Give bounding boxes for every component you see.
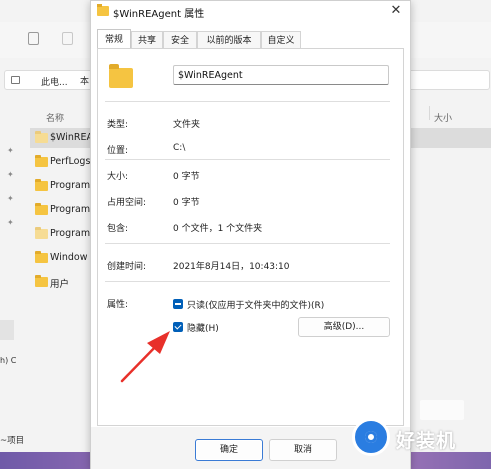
divider	[105, 159, 390, 160]
computer-icon	[11, 76, 20, 84]
file-name: $WinREA	[50, 132, 93, 143]
type-value: 文件夹	[173, 120, 201, 130]
address-fragment: 本	[80, 77, 90, 87]
divider	[105, 281, 390, 282]
file-name: 用户	[50, 279, 70, 290]
hidden-checkbox-label[interactable]: 隐藏(H)	[187, 321, 219, 334]
watermark-text: 好装机	[396, 430, 457, 452]
size-value: 0 字节	[173, 172, 200, 182]
file-row[interactable]: 用户	[30, 272, 92, 292]
created-value: 2021年8月14日，10:43:10	[173, 262, 290, 272]
file-row[interactable]: Program	[30, 176, 92, 196]
folder-name-input[interactable]	[173, 65, 389, 85]
hidden-checkbox[interactable]	[173, 322, 183, 332]
file-row[interactable]: PerfLogs	[30, 152, 92, 172]
copy-icon[interactable]	[28, 32, 39, 45]
created-label: 创建时间:	[107, 262, 147, 272]
folder-icon	[109, 64, 133, 88]
folder-icon	[35, 131, 48, 143]
location-label: 位置:	[107, 146, 129, 156]
file-name: PerfLogs	[50, 156, 91, 167]
paste-icon[interactable]	[62, 32, 73, 45]
column-header-size[interactable]: 大小	[434, 111, 452, 124]
pin-icon: ✦	[7, 194, 14, 203]
sidebar-selection[interactable]	[0, 320, 14, 340]
disk-size-label: 占用空间:	[107, 198, 147, 208]
pin-icon: ✦	[7, 218, 14, 227]
watermark-logo-icon	[352, 418, 390, 456]
folder-icon	[35, 203, 48, 215]
folder-icon	[35, 251, 48, 263]
tab-sharing[interactable]: 共享	[131, 31, 163, 49]
tab-customize[interactable]: 自定义	[261, 31, 301, 49]
tab-general[interactable]: 常规	[97, 29, 131, 49]
dialog-title: $WinREAgent 属性	[113, 9, 205, 20]
file-row[interactable]: Window	[30, 248, 92, 268]
sidebar-drive-label[interactable]: h) C	[0, 356, 16, 365]
pin-icon: ✦	[7, 146, 14, 155]
cancel-button[interactable]: 取消	[269, 439, 337, 461]
status-bar-text: ~项目	[0, 436, 25, 446]
folder-icon	[35, 227, 48, 239]
file-name: Program	[50, 180, 91, 191]
folder-icon	[35, 155, 48, 167]
folder-icon	[35, 179, 48, 191]
file-name: Program	[50, 228, 91, 239]
file-name: Program	[50, 204, 91, 215]
contains-label: 包含:	[107, 224, 129, 234]
divider	[105, 101, 390, 102]
file-row[interactable]: $WinREA	[30, 128, 93, 148]
size-label: 大小:	[107, 172, 129, 182]
location-value: C:\	[173, 143, 186, 153]
file-name: Window	[50, 252, 88, 263]
pin-icon: ✦	[7, 170, 14, 179]
close-icon[interactable]: ✕	[388, 3, 404, 19]
readonly-checkbox-label[interactable]: 只读(仅应用于文件夹中的文件)(R)	[187, 298, 324, 311]
file-row[interactable]: Program	[30, 200, 92, 220]
advanced-button[interactable]: 高级(D)...	[298, 317, 390, 337]
column-separator[interactable]	[429, 106, 430, 120]
dialog-titlebar[interactable]: $WinREAgent 属性 ✕	[91, 1, 410, 23]
type-label: 类型:	[107, 120, 129, 130]
folder-icon	[35, 275, 48, 287]
disk-size-value: 0 字节	[173, 198, 200, 208]
tab-security[interactable]: 安全	[163, 31, 197, 49]
folder-icon	[97, 4, 109, 16]
attributes-label: 属性:	[107, 300, 129, 310]
general-tab-panel	[97, 48, 404, 426]
column-header-name[interactable]: 名称	[46, 111, 64, 124]
address-text: 此电...	[41, 78, 68, 88]
properties-dialog: $WinREAgent 属性 ✕ 常规 共享 安全 以前的版本 自定义 类型: …	[90, 0, 411, 469]
blurred-region	[420, 400, 464, 420]
search-box[interactable]	[402, 70, 490, 90]
divider	[105, 243, 390, 244]
file-row[interactable]: Program	[30, 224, 92, 244]
tab-previous-versions[interactable]: 以前的版本	[197, 31, 261, 49]
contains-value: 0 个文件，1 个文件夹	[173, 224, 263, 234]
ok-button[interactable]: 确定	[195, 439, 263, 461]
readonly-checkbox[interactable]	[173, 299, 183, 309]
